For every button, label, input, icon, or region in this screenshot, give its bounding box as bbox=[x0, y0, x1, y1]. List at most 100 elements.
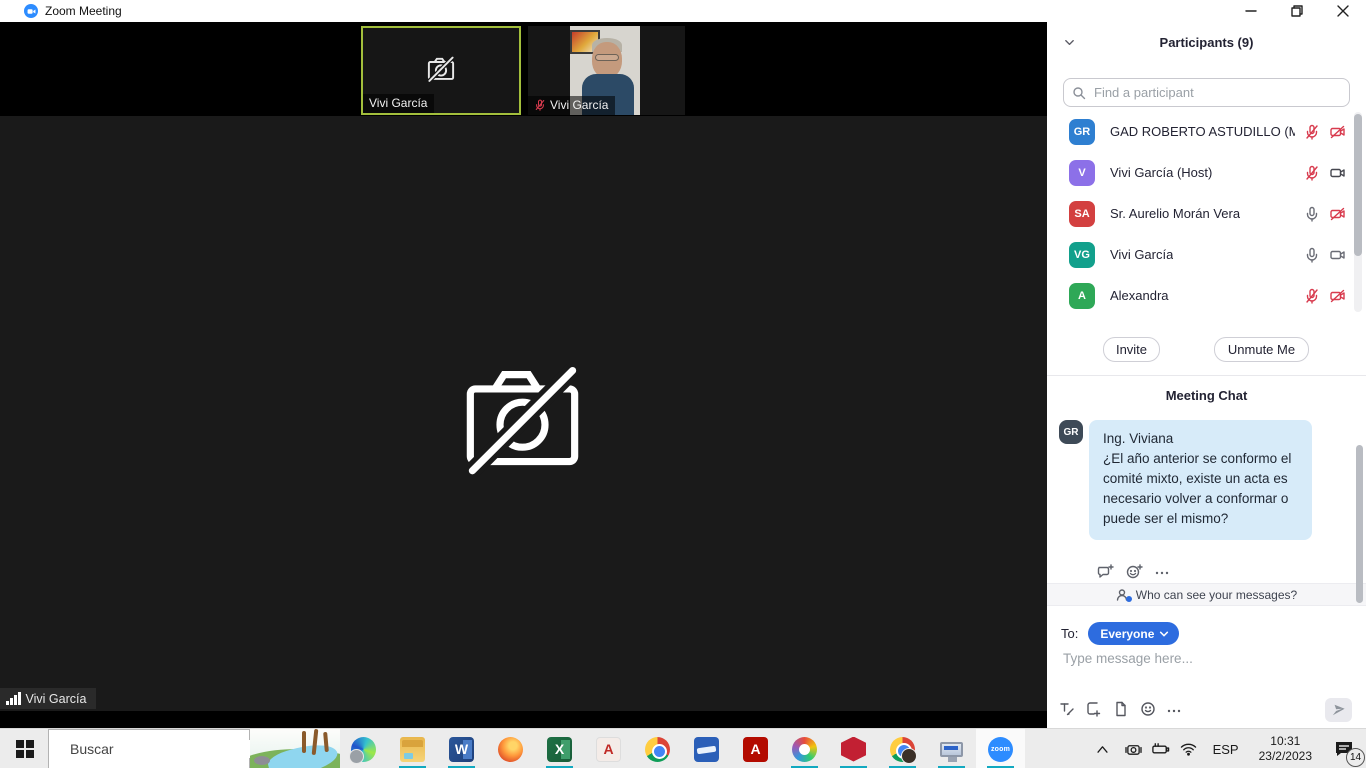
connection-signal-icon bbox=[6, 692, 21, 705]
taskbar-file-explorer-icon[interactable] bbox=[388, 729, 437, 768]
taskbar-chrome-icon[interactable] bbox=[633, 729, 682, 768]
avatar: A bbox=[1069, 283, 1095, 309]
minimize-button[interactable] bbox=[1228, 0, 1274, 22]
windows-logo-icon bbox=[16, 740, 34, 758]
participant-name: Sr. Aurelio Morán Vera bbox=[1110, 206, 1240, 221]
emoji-icon[interactable] bbox=[1140, 701, 1156, 717]
participant-row[interactable]: V Vivi García (Host) bbox=[1047, 152, 1366, 193]
camera-off-icon bbox=[1329, 124, 1346, 140]
unmute-me-button[interactable]: Unmute Me bbox=[1214, 337, 1309, 362]
taskbar-edge-icon[interactable] bbox=[339, 729, 388, 768]
taskbar-word-icon[interactable]: W bbox=[437, 729, 486, 768]
participant-row[interactable]: VG Vivi García bbox=[1047, 234, 1366, 275]
self-name-label: Vivi García bbox=[0, 688, 96, 709]
chat-scrollbar[interactable] bbox=[1356, 445, 1363, 603]
participant-row[interactable]: GR GAD ROBERTO ASTUDILLO (Me) bbox=[1047, 111, 1366, 152]
to-label: To: bbox=[1061, 626, 1078, 641]
person-privacy-icon bbox=[1116, 588, 1130, 602]
participant-search-input[interactable] bbox=[1092, 84, 1341, 101]
screenshot-icon[interactable] bbox=[1086, 701, 1102, 717]
chat-avatar: GR bbox=[1059, 420, 1083, 444]
quote-reply-icon[interactable] bbox=[1097, 564, 1114, 579]
tray-action-center[interactable]: 14 bbox=[1322, 729, 1366, 768]
file-attach-icon[interactable] bbox=[1113, 701, 1129, 717]
notification-count-badge: 14 bbox=[1346, 748, 1365, 767]
privacy-note-bar[interactable]: Who can see your messages? bbox=[1047, 583, 1366, 606]
participant-search[interactable] bbox=[1063, 78, 1350, 107]
zoom-app-icon bbox=[24, 4, 38, 18]
camera-off-icon bbox=[1329, 206, 1346, 222]
taskbar-bell-app-icon[interactable] bbox=[829, 729, 878, 768]
close-button[interactable] bbox=[1320, 0, 1366, 22]
tray-show-hidden-icons[interactable] bbox=[1086, 729, 1120, 768]
muted-mic-icon bbox=[1304, 165, 1320, 181]
avatar: SA bbox=[1069, 201, 1095, 227]
start-button[interactable] bbox=[6, 729, 44, 768]
system-tray: ESP 10:31 23/2/2023 14 bbox=[1086, 729, 1366, 768]
taskbar-autocad-icon[interactable]: A bbox=[584, 729, 633, 768]
participant-row[interactable]: A Alexandra bbox=[1047, 275, 1366, 316]
window-title: Zoom Meeting bbox=[45, 4, 122, 18]
avatar: GR bbox=[1069, 119, 1095, 145]
filmstrip: Vivi García Vivi García bbox=[0, 22, 1047, 116]
emoji-reaction-icon[interactable] bbox=[1126, 564, 1143, 579]
chat-message-text: ¿El año anterior se conformo el comité m… bbox=[1103, 449, 1298, 529]
taskbar-colorwheel-app-icon[interactable] bbox=[780, 729, 829, 768]
more-actions-icon[interactable] bbox=[1155, 562, 1169, 580]
chat-message-input[interactable] bbox=[1061, 650, 1341, 667]
more-tools-icon[interactable] bbox=[1167, 700, 1181, 718]
participants-header: Participants (9) bbox=[1047, 35, 1366, 50]
taskbar-chrome-profile-icon[interactable] bbox=[878, 729, 927, 768]
stage-bottom-strip bbox=[0, 711, 1047, 728]
recipient-selector[interactable]: Everyone bbox=[1088, 622, 1179, 645]
taskbar-zoom-icon[interactable]: zoom bbox=[976, 729, 1025, 768]
thumbnail-name-label: Vivi García bbox=[363, 94, 434, 113]
section-divider bbox=[1047, 375, 1366, 376]
mic-on-icon bbox=[1304, 247, 1320, 263]
thumbnail-name-label: Vivi García bbox=[528, 96, 615, 115]
invite-button[interactable]: Invite bbox=[1103, 337, 1160, 362]
tray-date: 23/2/2023 bbox=[1259, 749, 1312, 764]
participant-row[interactable]: SA Sr. Aurelio Morán Vera bbox=[1047, 193, 1366, 234]
tray-battery-icon[interactable] bbox=[1147, 729, 1175, 768]
restore-button[interactable] bbox=[1274, 0, 1320, 22]
video-stage: Vivi García Vivi García bbox=[0, 22, 1047, 728]
zoom-meeting-window: Zoom Meeting bbox=[0, 0, 1366, 768]
tray-language[interactable]: ESP bbox=[1203, 729, 1249, 768]
video-thumbnail-active-speaker[interactable]: Vivi García bbox=[361, 26, 521, 115]
tray-wifi-icon[interactable] bbox=[1175, 729, 1203, 768]
muted-mic-icon bbox=[534, 99, 546, 111]
taskbar-firefox-icon[interactable] bbox=[486, 729, 535, 768]
muted-mic-icon bbox=[1304, 288, 1320, 304]
taskbar-search-input[interactable] bbox=[68, 740, 253, 758]
send-message-button[interactable] bbox=[1325, 698, 1352, 722]
tray-clock[interactable]: 10:31 23/2/2023 bbox=[1249, 729, 1322, 768]
taskbar-scanner-icon[interactable] bbox=[682, 729, 731, 768]
side-panel: Participants (9) GR GAD ROBERTO ASTUDILL… bbox=[1047, 22, 1366, 728]
search-icon bbox=[1072, 86, 1086, 100]
chat-message-bubble: Ing. Viviana ¿El año anterior se conform… bbox=[1089, 420, 1312, 540]
taskbar-acrobat-icon[interactable]: A bbox=[731, 729, 780, 768]
format-text-icon[interactable] bbox=[1059, 701, 1075, 717]
participant-name: Vivi García bbox=[1110, 247, 1173, 262]
camera-off-icon bbox=[455, 347, 590, 482]
taskbar-search[interactable] bbox=[48, 729, 250, 768]
taskbar-excel-icon[interactable]: X bbox=[535, 729, 584, 768]
participants-scrollbar[interactable] bbox=[1354, 114, 1362, 256]
camera-on-icon bbox=[1329, 165, 1346, 181]
title-bar: Zoom Meeting bbox=[0, 0, 1366, 22]
video-thumbnail-speaker[interactable]: Vivi García bbox=[528, 26, 685, 115]
search-highlight-image[interactable] bbox=[250, 729, 340, 768]
taskbar-remote-pc-app-icon[interactable] bbox=[927, 729, 976, 768]
muted-mic-icon bbox=[1304, 124, 1320, 140]
avatar: VG bbox=[1069, 242, 1095, 268]
camera-off-icon bbox=[1329, 288, 1346, 304]
participant-name: Vivi García (Host) bbox=[1110, 165, 1212, 180]
collapse-participants-chevron-icon[interactable] bbox=[1063, 36, 1076, 49]
taskbar: W X A A zoom ESP bbox=[0, 728, 1366, 768]
mic-on-icon bbox=[1304, 206, 1320, 222]
participant-name: GAD ROBERTO ASTUDILLO (Me) bbox=[1110, 124, 1295, 139]
tray-camera-icon[interactable] bbox=[1120, 729, 1147, 768]
tray-time: 10:31 bbox=[1259, 734, 1312, 749]
meeting-chat-header: Meeting Chat bbox=[1047, 388, 1366, 403]
